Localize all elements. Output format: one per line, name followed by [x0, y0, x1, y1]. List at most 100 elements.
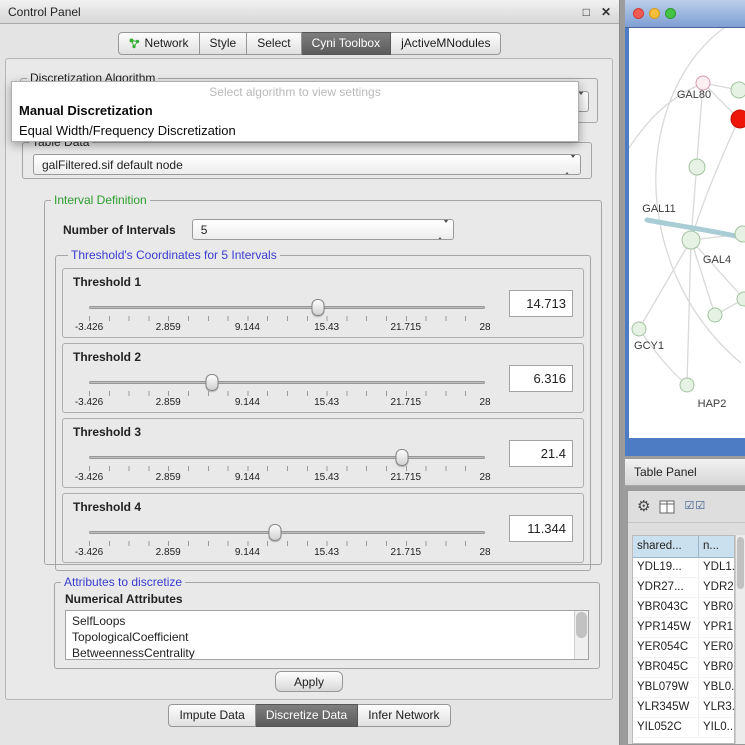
slider-thumb[interactable] — [269, 524, 282, 541]
network-edge[interactable] — [691, 240, 715, 315]
network-node[interactable] — [735, 226, 745, 242]
close-icon[interactable]: ✕ — [601, 5, 611, 19]
table-row[interactable]: YER054CYER0... — [633, 638, 734, 658]
network-edge[interactable] — [639, 240, 691, 329]
attribute-item[interactable]: BetweennessCentrality — [72, 645, 582, 660]
apply-button[interactable]: Apply — [275, 671, 343, 692]
cell-shared-name[interactable]: YIL052C — [633, 718, 699, 737]
scale-label: 2.859 — [156, 547, 181, 558]
attributes-listbox[interactable]: SelfLoopsTopologicalCoefficientBetweenne… — [65, 610, 589, 660]
columns-icon[interactable] — [659, 500, 675, 514]
table-row[interactable]: YBR043CYBR0... — [633, 598, 734, 618]
slider-thumb[interactable] — [205, 374, 218, 391]
network-edge[interactable] — [687, 240, 691, 385]
cell-name[interactable]: YLR3... — [699, 698, 734, 717]
tab-label: Style — [210, 36, 237, 50]
cell-name[interactable]: YBR0... — [699, 658, 734, 677]
threshold-label: Threshold 4 — [73, 500, 141, 514]
tab-impute-data[interactable]: Impute Data — [168, 704, 255, 727]
threshold-value-field[interactable]: 11.344 — [509, 515, 573, 542]
thresholds-group: Threshold's Coordinates for 5 Intervals … — [55, 248, 591, 571]
threshold-slider[interactable] — [89, 449, 485, 465]
algorithm-option[interactable]: Manual Discretization — [12, 101, 578, 121]
threshold-value-field[interactable]: 6.316 — [509, 365, 573, 392]
tab-style[interactable]: Style — [200, 32, 248, 55]
table-row[interactable]: YIL052CYIL0... — [633, 718, 734, 738]
table-scrollbar[interactable] — [735, 535, 745, 744]
cell-name[interactable]: YER0... — [699, 638, 734, 657]
table-row[interactable]: YPR145WYPR1... — [633, 618, 734, 638]
tab-network[interactable]: Network — [118, 32, 200, 55]
threshold-slider[interactable] — [89, 524, 485, 540]
scrollbar-thumb[interactable] — [737, 537, 744, 589]
slider-track[interactable] — [89, 381, 485, 384]
cell-name[interactable]: YPR1... — [699, 618, 734, 637]
node-label: GCY1 — [634, 340, 664, 352]
float-window-icon[interactable]: □ — [583, 5, 590, 19]
network-node[interactable] — [632, 322, 646, 336]
threshold-value-field[interactable]: 14.713 — [509, 290, 573, 317]
cell-shared-name[interactable]: YER054C — [633, 638, 699, 657]
cell-shared-name[interactable]: YDR27... — [633, 578, 699, 597]
table-row[interactable]: YBL079WYBL0... — [633, 678, 734, 698]
select-columns-icon[interactable]: ☑☑ — [684, 501, 706, 512]
slider-thumb[interactable] — [395, 449, 408, 466]
threshold-value-field[interactable]: 21.4 — [509, 440, 573, 467]
scrollbar-thumb[interactable] — [576, 612, 587, 638]
slider-track[interactable] — [89, 306, 485, 309]
number-of-intervals-combo[interactable]: 5 — [192, 219, 454, 240]
network-node[interactable] — [731, 110, 745, 128]
slider-thumb[interactable] — [311, 299, 324, 316]
tab-select[interactable]: Select — [247, 32, 301, 55]
cell-shared-name[interactable]: YBR045C — [633, 658, 699, 677]
network-canvas[interactable]: GAL80GAL11GAL4GCY1HAP2 — [629, 28, 745, 438]
network-node[interactable] — [689, 159, 705, 175]
column-header-shared-name[interactable]: shared... — [633, 536, 699, 557]
cell-name[interactable]: YDL1... — [699, 558, 734, 577]
network-node[interactable] — [682, 231, 700, 249]
network-node[interactable] — [731, 82, 745, 98]
node-label: GAL4 — [703, 254, 731, 266]
slider-track[interactable] — [89, 456, 485, 459]
network-node[interactable] — [680, 378, 694, 392]
cell-shared-name[interactable]: YBL079W — [633, 678, 699, 697]
table-row[interactable]: YDL19...YDL1... — [633, 558, 734, 578]
attribute-item[interactable]: TopologicalCoefficient — [72, 629, 582, 645]
minimize-button[interactable] — [649, 8, 660, 19]
cell-name[interactable]: YDR2... — [699, 578, 734, 597]
threshold-slider[interactable] — [89, 299, 485, 315]
interval-definition-group: Interval Definition Number of Intervals … — [44, 193, 602, 565]
network-node[interactable] — [708, 308, 722, 322]
tab-infer-network[interactable]: Infer Network — [358, 704, 450, 727]
cell-shared-name[interactable]: YLR345W — [633, 698, 699, 717]
tab-jactivemnodules[interactable]: jActiveMNodules — [391, 32, 501, 55]
column-header-name[interactable]: n... — [699, 536, 734, 557]
slider-track[interactable] — [89, 531, 485, 534]
algorithm-option[interactable]: Equal Width/Frequency Discretization — [12, 121, 578, 141]
network-node[interactable] — [696, 76, 710, 90]
tab-cyni-toolbox[interactable]: Cyni Toolbox — [302, 32, 391, 55]
table-row[interactable]: YBR045CYBR0... — [633, 658, 734, 678]
network-edge[interactable] — [639, 329, 687, 385]
table-row[interactable]: YLR345WYLR3... — [633, 698, 734, 718]
threshold-slider[interactable] — [89, 374, 485, 390]
cell-name[interactable]: YBR0... — [699, 598, 734, 617]
cell-shared-name[interactable]: YBR043C — [633, 598, 699, 617]
cell-name[interactable]: YIL0... — [699, 718, 734, 737]
cell-shared-name[interactable]: YDL19... — [633, 558, 699, 577]
scale-label: 21.715 — [391, 322, 422, 333]
node-label: GAL80 — [677, 89, 711, 101]
network-edge[interactable] — [691, 240, 744, 299]
network-node[interactable] — [737, 292, 745, 306]
gear-icon[interactable]: ⚙ — [637, 499, 650, 514]
attributes-scrollbar[interactable] — [574, 611, 588, 659]
close-button[interactable] — [633, 8, 644, 19]
tab-label: Select — [257, 36, 290, 50]
table-data-combo[interactable]: galFiltered.sif default node — [33, 154, 581, 175]
attribute-item[interactable]: SelfLoops — [72, 613, 582, 629]
cell-shared-name[interactable]: YPR145W — [633, 618, 699, 637]
tab-discretize-data[interactable]: Discretize Data — [256, 704, 358, 727]
cell-name[interactable]: YBL0... — [699, 678, 734, 697]
table-row[interactable]: YDR27...YDR2... — [633, 578, 734, 598]
zoom-button[interactable] — [665, 8, 676, 19]
